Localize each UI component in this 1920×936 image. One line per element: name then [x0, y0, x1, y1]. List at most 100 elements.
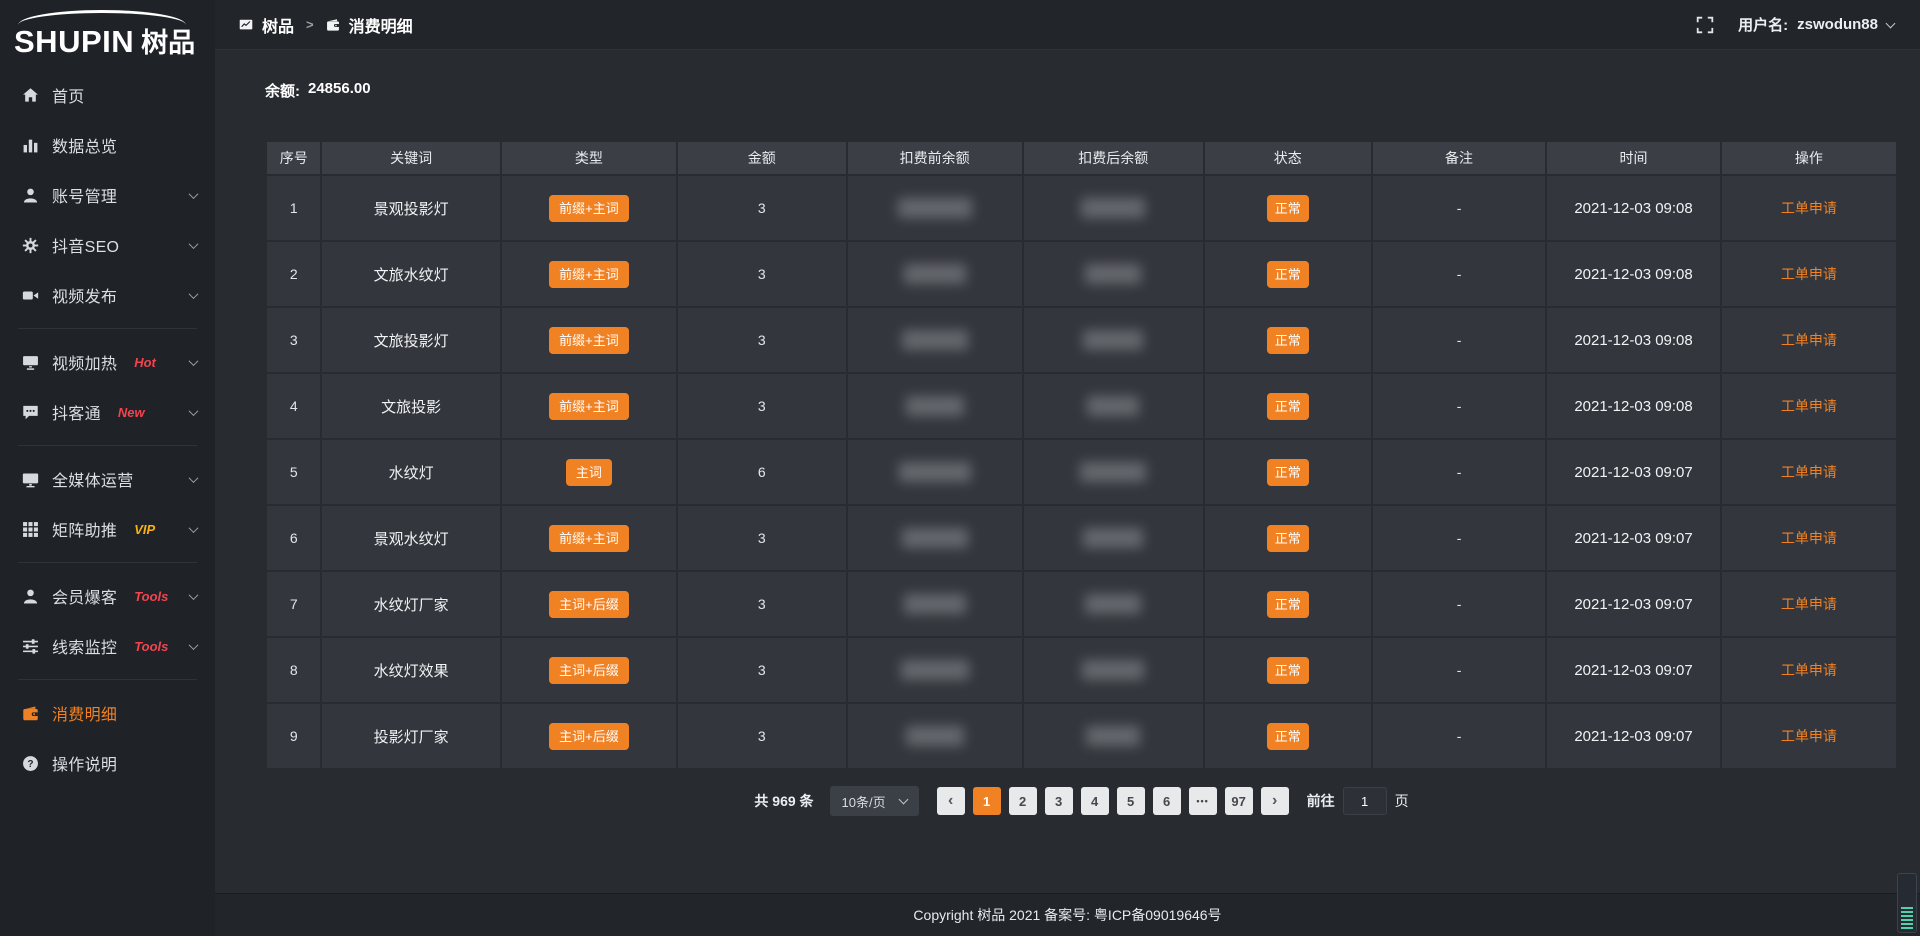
balance-after-redacted: [1083, 528, 1143, 548]
balance-before-redacted: [899, 462, 971, 482]
chevron-down-icon: [1886, 18, 1896, 28]
sidebar-item-data-overview[interactable]: 数据总览: [0, 120, 215, 170]
balance-after-cell: [1023, 307, 1204, 373]
balance-after-redacted: [1085, 594, 1141, 614]
chevron-down-icon: [189, 590, 199, 600]
sidebar-item-douyin-seo[interactable]: 抖音SEO: [0, 220, 215, 270]
sidebar-item-account-management[interactable]: 账号管理: [0, 170, 215, 220]
ticket-request-link[interactable]: 工单申请: [1781, 596, 1837, 612]
action-cell: 工单申请: [1721, 505, 1897, 571]
chevron-down-icon: [189, 640, 199, 650]
page-button-6[interactable]: 6: [1153, 787, 1181, 815]
breadcrumb-root[interactable]: 树品: [262, 13, 294, 37]
remark-cell: -: [1372, 439, 1547, 505]
type-cell: 主词+后缀: [501, 571, 677, 637]
user-menu[interactable]: 用户名: zswodun88: [1738, 14, 1894, 35]
prev-page-button[interactable]: ‹: [937, 787, 965, 815]
action-cell: 工单申请: [1721, 703, 1897, 769]
pagination-ellipsis[interactable]: •••: [1189, 787, 1217, 815]
breadcrumb-separator: >: [303, 17, 317, 32]
sidebar-item-consumption-details[interactable]: 消费明细: [0, 688, 215, 738]
page-button-4[interactable]: 4: [1081, 787, 1109, 815]
sidebar-item-operation-guide[interactable]: ?操作说明: [0, 738, 215, 788]
sidebar-item-lead-monitoring[interactable]: 线索监控Tools: [0, 621, 215, 671]
logo: SHUPIN 树品: [0, 0, 215, 70]
keyword-cell: 文旅水纹灯: [321, 241, 500, 307]
row-index-cell: 9: [266, 703, 321, 769]
balance-after-redacted: [1085, 264, 1141, 284]
ticket-request-link[interactable]: 工单申请: [1781, 662, 1837, 678]
time-cell: 2021-12-03 09:07: [1546, 505, 1721, 571]
chevron-down-icon: [189, 289, 199, 299]
logo-text-en: SHUPIN: [14, 26, 134, 57]
action-cell: 工单申请: [1721, 571, 1897, 637]
app-screen-icon: [239, 18, 253, 32]
page-size-select[interactable]: 10条/页: [830, 786, 919, 816]
balance-before-redacted: [902, 528, 968, 548]
next-page-button[interactable]: ›: [1261, 787, 1289, 815]
type-cell: 前缀+主词: [501, 505, 677, 571]
sidebar-item-member-baoke[interactable]: 会员爆客Tools: [0, 571, 215, 621]
page-button-5[interactable]: 5: [1117, 787, 1145, 815]
sidebar-divider: [18, 562, 197, 563]
time-cell: 2021-12-03 09:07: [1546, 637, 1721, 703]
sidebar-item-video-heating[interactable]: 视频加热Hot: [0, 337, 215, 387]
sidebar-item-badge: Tools: [134, 589, 168, 604]
table-row: 3文旅投影灯前缀+主词3正常-2021-12-03 09:08工单申请: [266, 307, 1897, 373]
status-badge: 正常: [1267, 261, 1309, 288]
status-cell: 正常: [1204, 373, 1372, 439]
type-badge: 前缀+主词: [549, 393, 629, 420]
page-button-2[interactable]: 2: [1009, 787, 1037, 815]
ticket-request-link[interactable]: 工单申请: [1781, 200, 1837, 216]
page-button-1[interactable]: 1: [973, 787, 1001, 815]
page-button-97[interactable]: 97: [1225, 787, 1253, 815]
row-index-cell: 8: [266, 637, 321, 703]
ticket-request-link[interactable]: 工单申请: [1781, 266, 1837, 282]
page-button-3[interactable]: 3: [1045, 787, 1073, 815]
username-label: 用户名:: [1738, 14, 1788, 35]
ticket-request-link[interactable]: 工单申请: [1781, 530, 1837, 546]
sidebar-item-label: 操作说明: [52, 751, 117, 775]
type-badge: 前缀+主词: [549, 261, 629, 288]
sidebar-item-label: 账号管理: [52, 183, 117, 207]
sidebar-item-matrix-boost[interactable]: 矩阵助推VIP: [0, 504, 215, 554]
sidebar-menu: 首页数据总览账号管理抖音SEO视频发布视频加热Hot抖客通New 全媒体运营矩阵助…: [0, 70, 215, 788]
balance-before-cell: [847, 307, 1023, 373]
time-cell: 2021-12-03 09:07: [1546, 703, 1721, 769]
breadcrumb-current: 消费明细: [349, 13, 413, 37]
remark-cell: -: [1372, 241, 1547, 307]
ticket-request-link[interactable]: 工单申请: [1781, 398, 1837, 414]
ticket-request-link[interactable]: 工单申请: [1781, 464, 1837, 480]
balance-after-redacted: [1086, 726, 1140, 746]
remark-cell: -: [1372, 175, 1547, 241]
amount-cell: 3: [677, 307, 847, 373]
sidebar-item-label: 线索监控: [52, 634, 117, 658]
sidebar-item-label: 消费明细: [52, 701, 117, 725]
sidebar-item-home[interactable]: 首页: [0, 70, 215, 120]
goto-label: 前往: [1307, 791, 1335, 811]
goto-page-input[interactable]: [1343, 787, 1387, 815]
sidebar-item-video-publish[interactable]: 视频发布: [0, 270, 215, 320]
status-badge: 正常: [1267, 525, 1309, 552]
status-badge: 正常: [1267, 327, 1309, 354]
keyword-cell: 文旅投影灯: [321, 307, 500, 373]
table-row: 8水纹灯效果主词+后缀3正常-2021-12-03 09:07工单申请: [266, 637, 1897, 703]
video-icon: [22, 287, 39, 304]
ticket-request-link[interactable]: 工单申请: [1781, 332, 1837, 348]
sidebar-item-douketong[interactable]: 抖客通New: [0, 387, 215, 437]
keyword-cell: 水纹灯厂家: [321, 571, 500, 637]
fullscreen-icon[interactable]: [1696, 16, 1714, 34]
wallet-icon: [22, 705, 39, 722]
main-content: 余额: 24856.00 序号关键词类型金额扣费前余额扣费后余额状态备注时间操作…: [215, 50, 1920, 893]
sidebar-item-label: 全媒体运营: [52, 467, 134, 491]
sidebar-item-all-media-operation[interactable]: 全媒体运营: [0, 454, 215, 504]
balance-after-cell: [1023, 241, 1204, 307]
ticket-request-link[interactable]: 工单申请: [1781, 728, 1837, 744]
balance-before-cell: [847, 571, 1023, 637]
type-badge: 主词+后缀: [549, 723, 629, 750]
action-cell: 工单申请: [1721, 241, 1897, 307]
balance-after-cell: [1023, 703, 1204, 769]
bar-chart-icon: [22, 137, 39, 154]
type-badge: 前缀+主词: [549, 195, 629, 222]
column-header: 关键词: [321, 141, 500, 175]
